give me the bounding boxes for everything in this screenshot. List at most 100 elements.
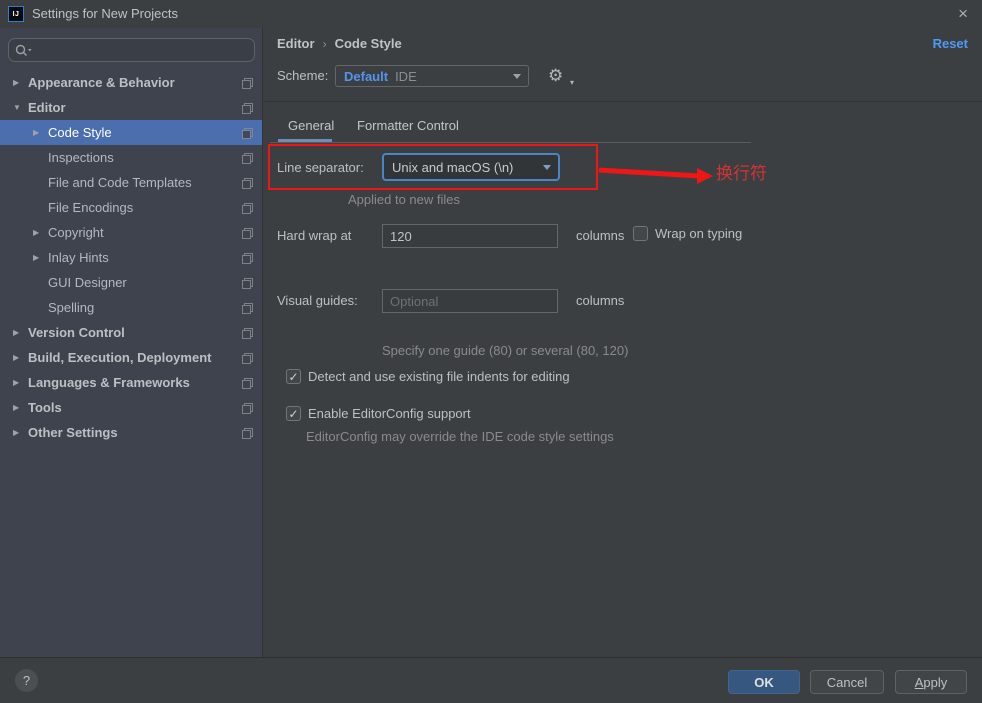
sidebar-item-copyright[interactable]: ▶ Copyright [0,220,262,245]
checkbox-checked-icon[interactable]: ✓ [286,369,301,384]
chevron-collapsed-icon[interactable]: ▶ [13,78,28,87]
wrap-on-typing-label: Wrap on typing [655,226,743,241]
sidebar-item-file-encodings[interactable]: File Encodings [0,195,262,220]
search-input[interactable] [36,42,248,58]
line-separator-label: Line separator: [277,160,364,175]
sidebar-item-label: Other Settings [28,425,118,440]
scheme-label: Scheme: [277,68,329,83]
shared-settings-icon [242,202,253,214]
reset-link[interactable]: Reset [933,36,968,51]
checkbox-checked-icon[interactable]: ✓ [286,406,301,421]
search-box[interactable] [8,38,255,62]
sidebar-item-label: Inlay Hints [48,250,109,265]
editorconfig-checkbox[interactable]: ✓ Enable EditorConfig support [286,406,471,421]
dialog-footer: ? OK Cancel Apply [0,657,982,703]
sidebar-item-label: Version Control [28,325,125,340]
sidebar-item-code-style[interactable]: ▶ Code Style [0,120,262,145]
ok-button[interactable]: OK [728,670,800,694]
sidebar-item-appearance-behavior[interactable]: ▶ Appearance & Behavior [0,70,262,95]
chevron-collapsed-icon[interactable]: ▶ [13,328,28,337]
chevron-collapsed-icon[interactable]: ▶ [13,403,28,412]
intellij-logo-icon: IJ [8,6,24,22]
tab-general[interactable]: General [288,118,334,133]
chevron-collapsed-icon[interactable]: ▶ [33,128,48,137]
sidebar-item-languages-frameworks[interactable]: ▶ Languages & Frameworks [0,370,262,395]
apply-button[interactable]: Apply [895,670,967,694]
chevron-right-icon: › [322,36,327,51]
breadcrumb: Editor › Code Style [277,36,402,51]
sidebar-item-label: GUI Designer [48,275,127,290]
shared-settings-icon [242,402,253,414]
chevron-collapsed-icon[interactable]: ▶ [33,228,48,237]
apply-button-label: Apply [914,674,948,690]
editorconfig-hint: EditorConfig may override the IDE code s… [306,429,614,444]
wrap-on-typing-checkbox[interactable]: Wrap on typing [633,226,742,241]
chevron-collapsed-icon[interactable]: ▶ [13,428,28,437]
tab-formatter-control[interactable]: Formatter Control [357,118,459,133]
sidebar-item-editor[interactable]: ▼ Editor [0,95,262,120]
sidebar-item-label: File Encodings [48,200,134,215]
cancel-button[interactable]: Cancel [810,670,884,694]
shared-settings-icon [242,102,253,114]
cancel-button-label: Cancel [826,674,868,690]
scheme-value: Default [344,68,389,84]
header-divider [263,101,982,102]
shared-settings-icon [242,252,253,264]
chevron-expanded-icon[interactable]: ▼ [13,103,28,112]
chevron-down-icon [543,165,551,170]
sidebar-item-label: Copyright [48,225,104,240]
editorconfig-label: Enable EditorConfig support [308,406,471,421]
shared-settings-icon [242,327,253,339]
help-button[interactable]: ? [15,669,38,692]
sidebar-item-label: Inspections [48,150,114,165]
breadcrumb-editor[interactable]: Editor [277,36,315,51]
sidebar-item-spelling[interactable]: Spelling [0,295,262,320]
visual-guides-columns-label: columns [576,293,625,308]
sidebar-item-label: Appearance & Behavior [28,75,175,90]
close-icon[interactable]: × [958,4,968,24]
sidebar-item-label: Editor [28,100,66,115]
sidebar-item-version-control[interactable]: ▶ Version Control [0,320,262,345]
code-style-panel: Editor › Code Style Reset Scheme: Defaul… [263,28,982,657]
sidebar-item-label: File and Code Templates [48,175,192,190]
sidebar-item-other-settings[interactable]: ▶ Other Settings [0,420,262,445]
sidebar-item-label: Build, Execution, Deployment [28,350,212,365]
sidebar-item-build-execution-deployment[interactable]: ▶ Build, Execution, Deployment [0,345,262,370]
shared-settings-icon [242,302,253,314]
settings-dialog: IJ Settings for New Projects × ▶ Appearan… [0,0,982,703]
hard-wrap-label: Hard wrap at [277,228,352,243]
shared-settings-icon [242,77,253,89]
question-mark-icon: ? [22,673,31,688]
chevron-collapsed-icon[interactable]: ▶ [13,378,28,387]
breadcrumb-code-style: Code Style [334,36,402,51]
sidebar-item-tools[interactable]: ▶ Tools [0,395,262,420]
gear-icon: ⚙ [548,66,564,85]
shared-settings-icon [242,377,253,389]
sidebar-item-file-and-code-templates[interactable]: File and Code Templates [0,170,262,195]
scheme-dropdown[interactable]: Default IDE [335,65,529,87]
scheme-actions-button[interactable]: ⚙ ▾ [548,64,574,88]
detect-indents-checkbox[interactable]: ✓ Detect and use existing file indents f… [286,369,570,384]
checkbox-unchecked-icon[interactable] [633,226,648,241]
shared-settings-icon [242,277,253,289]
hard-wrap-columns-label: columns [576,228,625,243]
sidebar-item-label: Languages & Frameworks [28,375,190,390]
visual-guides-input[interactable] [382,289,558,313]
sidebar-item-inlay-hints[interactable]: ▶ Inlay Hints [0,245,262,270]
sidebar-item-gui-designer[interactable]: GUI Designer [0,270,262,295]
line-separator-dropdown[interactable]: Unix and macOS (\n) [382,153,560,181]
chevron-collapsed-icon[interactable]: ▶ [13,353,28,362]
chevron-collapsed-icon[interactable]: ▶ [33,253,48,262]
shared-settings-icon [242,352,253,364]
line-separator-value: Unix and macOS (\n) [392,159,514,175]
settings-sidebar: ▶ Appearance & Behavior ▼ Editor ▶ Code Style… [0,28,263,657]
hard-wrap-input[interactable] [382,224,558,248]
visual-guides-hint: Specify one guide (80) or several (80, 1… [382,343,629,358]
sidebar-item-label: Tools [28,400,62,415]
window-title: Settings for New Projects [32,6,178,21]
ok-button-label: OK [754,674,774,690]
shared-settings-icon [242,427,253,439]
tabs-divider [270,142,751,143]
sidebar-item-inspections[interactable]: Inspections [0,145,262,170]
line-separator-hint: Applied to new files [348,192,461,207]
